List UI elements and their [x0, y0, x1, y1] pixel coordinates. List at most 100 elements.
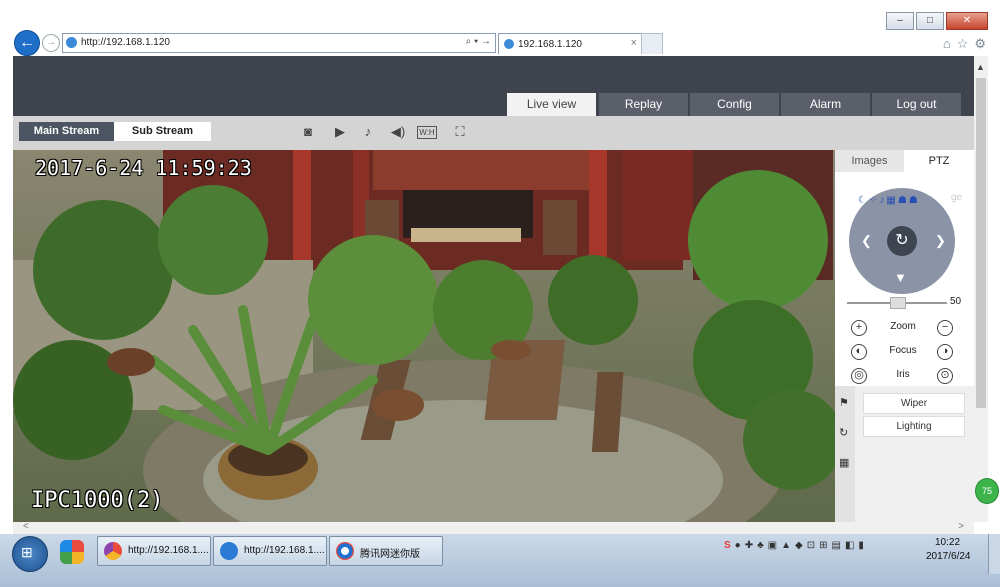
browser-chrome: – □ ✕ ← → http://192.168.1.120 ⌕ ▾ → 192… [0, 0, 1000, 56]
pan-left-arrow-icon[interactable]: ❮ [861, 233, 872, 249]
fullscreen-icon[interactable]: ⛶ [451, 124, 469, 140]
pan-right-arrow-icon[interactable]: ❯ [935, 233, 946, 249]
tab-alarm[interactable]: Alarm [781, 93, 870, 116]
ptz-function-icons: ☾ ⁘ ♪ ▦ ☗ ☗ [858, 195, 918, 206]
windows-logo-icon: ⊞ [21, 544, 33, 560]
flag-icon[interactable]: ◧ [845, 540, 854, 551]
tray-app-icon[interactable]: ◆ [795, 540, 803, 551]
tab-ptz[interactable]: PTZ [904, 150, 974, 172]
iris-close-icon[interactable]: ⊙ [937, 368, 953, 384]
address-text[interactable]: http://192.168.1.120 [81, 37, 170, 48]
favorites-icon[interactable]: ☆ [957, 36, 969, 52]
focus-far-icon[interactable]: ◑ [937, 344, 953, 360]
browser-tab[interactable]: 192.168.1.120 × [498, 33, 642, 54]
volume-icon[interactable]: ▮ [858, 540, 864, 551]
tab-log-out[interactable]: Log out [872, 93, 961, 116]
close-button[interactable]: ✕ [946, 12, 988, 30]
keyboard-icon[interactable]: ▦ [886, 195, 895, 206]
tilt-down-arrow-icon[interactable]: ▼ [894, 270, 907, 285]
tab-live-view[interactable]: Live view [507, 93, 596, 116]
new-tab-button[interactable] [641, 33, 663, 54]
tab-config[interactable]: Config [690, 93, 779, 116]
tray-app-icon[interactable]: ⊞ [819, 540, 827, 551]
top-nav-bar: Live view Replay Config Alarm Log out [13, 56, 974, 116]
clock-date[interactable]: 2017/6/24 [926, 551, 971, 562]
back-button[interactable]: ← [14, 30, 40, 56]
ir-icon[interactable]: ⁘ [869, 195, 877, 206]
network-icon[interactable]: ▤ [832, 540, 841, 551]
taskbar-item-label: http://192.168.1.... [244, 545, 325, 556]
iris-open-icon[interactable]: ◎ [851, 368, 867, 384]
tray-sogou-icon[interactable]: S [724, 540, 731, 551]
video-record-icon[interactable]: ▶ [331, 124, 349, 140]
wiper-button[interactable]: Wiper [863, 393, 965, 414]
hidden-label: ge [951, 192, 963, 203]
night-mode-icon[interactable]: ☾ [858, 195, 867, 206]
show-desktop-button[interactable] [988, 534, 1000, 574]
ptz-extras: ⚑ ↻ ▦ Wiper Lighting [835, 386, 974, 522]
iris-label: Iris [896, 369, 910, 380]
browser-app-icon [104, 542, 122, 560]
stream-toolbar: Main Stream Sub Stream ◙ ▶ ♪ ◀) W:H ⛶ [13, 116, 974, 148]
microphone-icon[interactable]: ♪ [359, 124, 377, 140]
start-button[interactable]: ⊞ [12, 536, 48, 572]
focus-label: Focus [889, 345, 917, 356]
main-stream-button[interactable]: Main Stream [19, 122, 114, 141]
taskbar-item-browser-2[interactable]: http://192.168.1.... [213, 536, 327, 566]
minimize-button[interactable]: – [886, 12, 914, 30]
ie-app-icon [220, 542, 238, 560]
forward-button[interactable]: → [42, 34, 60, 52]
clock-time[interactable]: 10:22 [935, 537, 960, 548]
address-bar[interactable]: http://192.168.1.120 ⌕ ▾ → [62, 33, 496, 53]
tab-replay[interactable]: Replay [599, 93, 688, 116]
scroll-up-icon[interactable]: ▲ [976, 62, 985, 72]
focus-near-icon[interactable]: ◐ [851, 344, 867, 360]
tab-images[interactable]: Images [835, 150, 904, 172]
wh-aspect-icon[interactable]: W:H [417, 126, 437, 139]
settings-gear-icon[interactable]: ⚙ [974, 36, 986, 52]
tencent-app-icon [336, 542, 354, 560]
grid-icon[interactable]: ▦ [839, 456, 851, 469]
lighting-button[interactable]: Lighting [863, 416, 965, 437]
address-controls[interactable]: ⌕ ▾ → [466, 36, 491, 47]
zoom-in-icon[interactable]: + [851, 320, 867, 336]
scroll-left-icon[interactable]: < [23, 521, 29, 532]
taskbar-item-label: 腾讯网迷你版 [360, 549, 420, 560]
tab-close-icon[interactable]: × [631, 37, 637, 49]
quick-launch-icon[interactable] [60, 540, 84, 564]
taskbar-item-tencent[interactable]: 腾讯网迷你版 [329, 536, 443, 566]
home-icon[interactable]: ⌂ [943, 36, 951, 52]
cruise-icon[interactable]: ↻ [839, 426, 851, 439]
tray-app-icon[interactable]: ✚ [745, 540, 753, 551]
live-video-view[interactable]: 2017-6-24 11:59:23 IPC1000(2) [13, 150, 835, 522]
auto-rotate-button[interactable]: ↻ [887, 226, 917, 256]
taskbar-item-label: http://192.168.1.... [128, 545, 209, 556]
video-frame-image [13, 150, 835, 522]
sub-stream-button[interactable]: Sub Stream [114, 122, 211, 141]
scrollbar-thumb[interactable] [976, 78, 986, 408]
zoom-out-icon[interactable]: − [937, 320, 953, 336]
speaker-icon[interactable]: ◀) [387, 124, 409, 140]
wiper-icon[interactable]: ☗ [909, 195, 918, 206]
camera-snapshot-icon[interactable]: ◙ [299, 124, 317, 140]
person-icon[interactable]: ☗ [898, 195, 907, 206]
flag-icon[interactable]: ⚑ [839, 396, 851, 409]
window-controls: – □ ✕ [886, 12, 988, 30]
maximize-button[interactable]: □ [916, 12, 944, 30]
tab-favicon-icon [504, 39, 514, 49]
vertical-scrollbar[interactable]: ▲ [974, 56, 988, 522]
scroll-right-icon[interactable]: > [958, 521, 964, 532]
horizontal-scrollbar[interactable]: < > [13, 521, 974, 534]
tray-app-icon[interactable]: ▣ [768, 540, 777, 551]
tray-app-icon[interactable]: ● [735, 540, 741, 551]
control-panel: Images PTZ ↻ ❮ ❯ ▼ ☾ ⁘ ♪ ▦ ☗ ☗ ge 50 + Z… [835, 150, 974, 522]
tray-app-icon[interactable]: ⊡ [807, 540, 815, 551]
floating-badge[interactable]: 75 [975, 478, 999, 504]
speed-slider-thumb[interactable] [890, 297, 906, 309]
tray-app-icon[interactable]: ▲ [781, 540, 791, 551]
tray-app-icon[interactable]: ♣ [757, 540, 764, 551]
video-timestamp: 2017-6-24 11:59:23 [35, 156, 252, 180]
tab-title: 192.168.1.120 [518, 39, 582, 50]
mic-icon[interactable]: ♪ [879, 195, 884, 206]
taskbar-item-browser-1[interactable]: http://192.168.1.... [97, 536, 211, 566]
